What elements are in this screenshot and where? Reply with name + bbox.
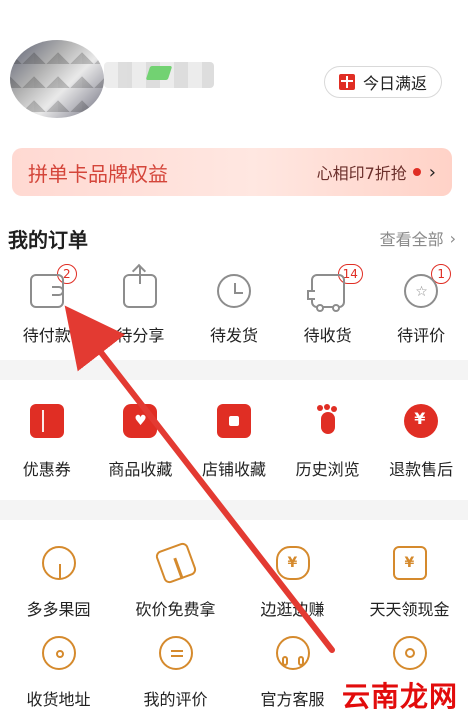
service-label: 店铺收藏 [201,460,266,479]
service-product-favorites[interactable]: ♥ 商品收藏 [94,404,188,484]
service-refunds[interactable]: ¥ 退款售后 [374,404,468,484]
tool-customer-service[interactable]: 官方客服 [234,628,351,718]
headset-icon [275,636,310,670]
money-bag-icon: ¥ [275,546,310,580]
order-label: 待分享 [116,326,165,345]
service-coupons[interactable]: 优惠券 [0,404,94,484]
service-label: 退款售后 [389,460,454,479]
services-card: 优惠券 ♥ 商品收藏 店铺收藏 历史浏览 ¥ 退款售后 [0,380,468,500]
chevron-right-icon: › [449,228,456,248]
order-pending-review[interactable]: 1 ☆ 待评价 [374,264,468,348]
tool-label: 边逛边赚 [260,600,325,619]
share-icon [123,263,158,308]
tool-label: 我的评价 [143,690,208,709]
chevron-right-icon: › [428,161,436,183]
orders-card: 我的订单 查看全部 › 2 待付款 待分享 待发货 14 待收货 1 ☆ 待评价 [0,210,468,360]
review-icon: ☆ [404,274,439,308]
view-all-orders-link[interactable]: 查看全部 › [380,226,456,250]
tool-label: 官方客服 [260,690,325,709]
banner-promo: 心相印7折抢 › [317,160,436,184]
banner-promo-text: 心相印7折抢 [316,164,407,183]
order-pending-payment[interactable]: 2 待付款 [0,264,94,348]
order-pending-shipment[interactable]: 待发货 [187,268,281,348]
location-icon [41,636,76,670]
heart-bag-icon: ♥ [123,404,158,438]
tool-label: 砍价免费拿 [135,600,216,619]
heart-icon: ♥ [134,413,147,429]
order-label: 待收货 [303,326,352,345]
order-label: 待付款 [22,326,71,345]
user-name-redacted [104,62,214,88]
tool-bargain[interactable]: 砍价免费拿 [117,538,234,628]
refund-icon: ¥ [404,404,439,438]
order-label: 待评价 [397,326,446,345]
view-all-label: 查看全部 [379,230,444,249]
cash-icon: ¥ [392,546,427,580]
service-label: 优惠券 [22,460,71,479]
section-divider [0,360,468,380]
service-browsing-history[interactable]: 历史浏览 [281,404,375,484]
services-grid: 优惠券 ♥ 商品收藏 店铺收藏 历史浏览 ¥ 退款售后 [0,404,468,484]
tool-label: 收货地址 [26,690,91,709]
tool-label: 天天领现金 [369,600,450,619]
watermark: 云南龙网 [341,680,458,713]
service-label: 商品收藏 [108,460,173,479]
coupon-icon [29,404,64,438]
tool-daily-cash[interactable]: ¥ 天天领现金 [351,538,468,628]
today-rebate-label: 今日满返 [362,74,427,93]
settings-icon [392,636,427,670]
order-label: 待发货 [209,326,258,345]
user-avatar[interactable] [10,40,104,118]
chat-icon [158,636,193,670]
store-icon [216,404,251,438]
red-dot-icon [412,168,421,176]
truck-icon [306,274,345,312]
service-label: 历史浏览 [295,460,360,479]
tool-label: 多多果园 [26,600,91,619]
order-pending-receipt[interactable]: 14 待收货 [281,264,375,348]
orders-header: 我的订单 查看全部 › [8,224,456,252]
section-divider [0,500,468,520]
tool-my-reviews[interactable]: 我的评价 [117,628,234,718]
wallet-icon [29,274,64,308]
tool-orchard[interactable]: 多多果园 [0,538,117,628]
order-pending-share[interactable]: 待分享 [94,263,188,348]
tree-icon [41,546,76,580]
tool-address[interactable]: 收货地址 [0,628,117,718]
profile-header: 今日满返 拼单卡品牌权益 心相印7折抢 › [0,0,468,210]
orders-grid: 2 待付款 待分享 待发货 14 待收货 1 ☆ 待评价 [0,263,468,348]
tool-browse-earn[interactable]: ¥ 边逛边赚 [234,538,351,628]
today-rebate-button[interactable]: 今日满返 [324,66,442,98]
brand-benefit-banner[interactable]: 拼单卡品牌权益 心相印7折抢 › [12,148,452,196]
orders-title: 我的订单 [8,227,88,252]
star-icon: ☆ [415,284,428,300]
gift-icon [338,74,355,90]
service-store-favorites[interactable]: 店铺收藏 [187,404,281,484]
axe-icon [153,541,198,585]
footprint-icon [311,404,345,438]
banner-title: 拼单卡品牌权益 [28,161,168,186]
clock-icon [216,274,251,308]
